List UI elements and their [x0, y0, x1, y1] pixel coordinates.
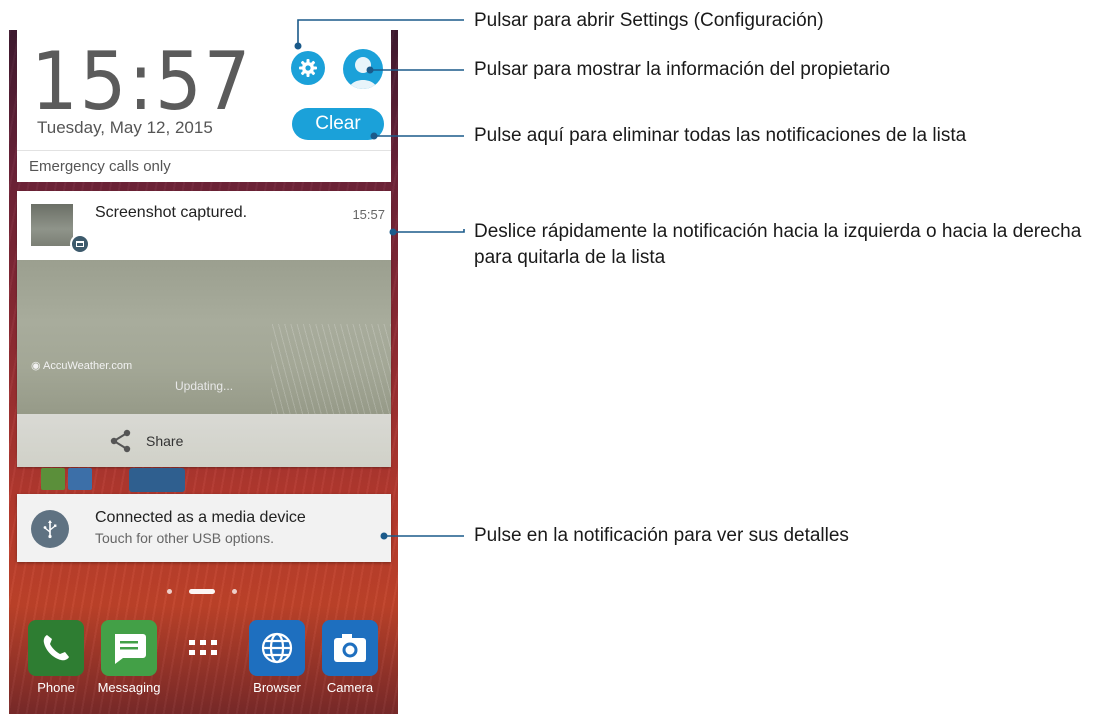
- callout-settings: Pulsar para abrir Settings (Configuració…: [474, 10, 824, 31]
- callout-owner: Pulsar para mostrar la información del p…: [474, 59, 891, 80]
- callout-tap-notification: Pulse en la notificación para ver sus de…: [474, 525, 849, 546]
- callout-swipe: Deslice rápidamente la notificación haci…: [474, 221, 1082, 268]
- callout-clear: Pulse aquí para eliminar todas las notif…: [474, 125, 967, 146]
- annotated-screenshot: 15:57 Tuesday, May 12, 2015 Clear Emerge…: [0, 0, 1107, 714]
- callout-lines: [294, 19, 465, 540]
